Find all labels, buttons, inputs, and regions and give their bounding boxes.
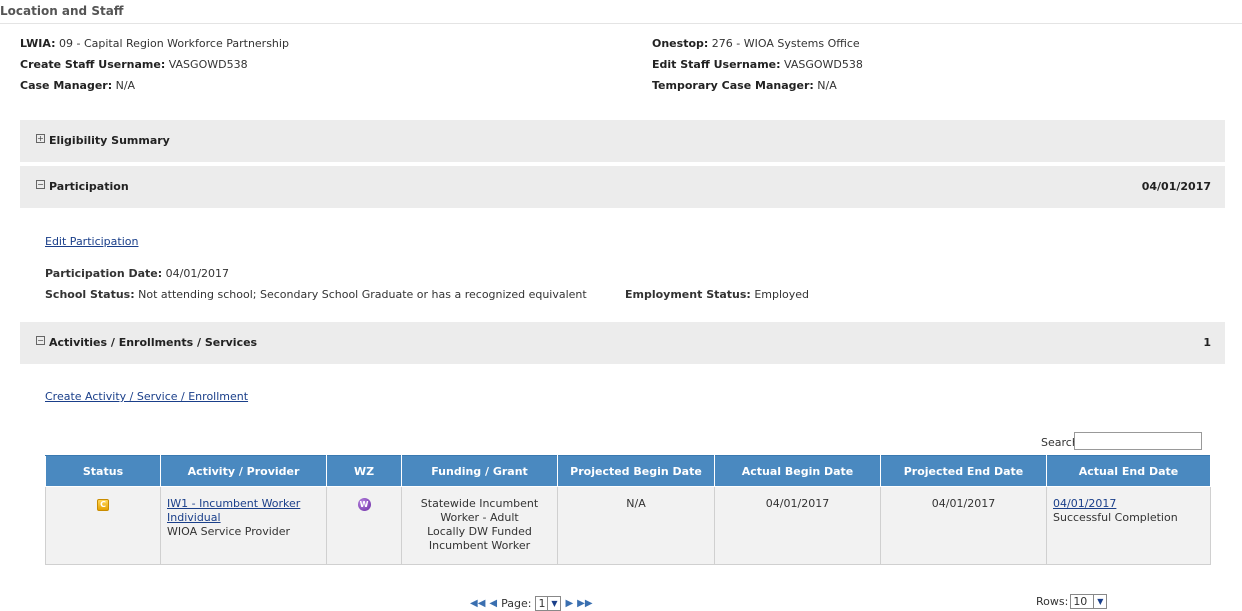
school-status: School Status: Not attending school; Sec… xyxy=(45,288,587,301)
collapse-icon[interactable]: − xyxy=(36,336,45,345)
page-select[interactable]: 1 ▼ xyxy=(535,596,562,611)
grant-name: Locally DW Funded Incumbent Worker xyxy=(427,525,532,552)
search-input[interactable] xyxy=(1074,432,1202,450)
employment-status: Employment Status: Employed xyxy=(625,288,810,301)
temp-case-manager-info: Temporary Case Manager: N/A xyxy=(652,79,837,92)
table-row: C IW1 - Incumbent Worker Individual WIOA… xyxy=(45,486,1211,565)
activities-label: Activities / Enrollments / Services xyxy=(49,336,258,349)
provider-name: WIOA Service Provider xyxy=(167,525,291,538)
edit-staff-info: Edit Staff Username: VASGOWD538 xyxy=(652,58,863,71)
last-page-icon[interactable]: ▶▶ xyxy=(577,598,592,609)
column-header-funding[interactable]: Funding / Grant xyxy=(401,455,558,487)
activities-count: 1 xyxy=(1203,336,1211,349)
page-label: Page: xyxy=(501,597,532,610)
participation-bar[interactable]: − Participation 04/01/2017 xyxy=(20,166,1225,208)
edit-participation-link[interactable]: Edit Participation xyxy=(45,235,138,248)
wz-icon: W xyxy=(357,498,371,511)
projected-end-cell: 04/01/2017 xyxy=(880,486,1047,565)
rows-per-page: Rows: 10 ▼ xyxy=(1036,594,1108,609)
column-header-projected-begin[interactable]: Projected Begin Date xyxy=(557,455,715,487)
lwia-info: LWIA: 09 - Capital Region Workforce Part… xyxy=(20,37,289,50)
participation-date-summary: 04/01/2017 xyxy=(1141,180,1211,193)
eligibility-summary-bar[interactable]: + Eligibility Summary xyxy=(20,120,1225,162)
create-staff-info: Create Staff Username: VASGOWD538 xyxy=(20,58,248,71)
funding-cell: Statewide Incumbent Worker - Adult Local… xyxy=(401,486,558,565)
column-header-actual-begin[interactable]: Actual Begin Date xyxy=(714,455,881,487)
completion-status: Successful Completion xyxy=(1053,511,1178,524)
first-page-icon[interactable]: ◀◀ xyxy=(470,598,485,609)
status-completed-icon: C xyxy=(97,499,109,511)
create-activity-link[interactable]: Create Activity / Service / Enrollment xyxy=(45,390,248,403)
pager: ◀◀ ◀ Page: 1 ▼ ▶ ▶▶ xyxy=(470,596,593,611)
rows-label: Rows: xyxy=(1036,595,1069,608)
chevron-down-icon: ▼ xyxy=(547,597,560,610)
funding-name: Statewide Incumbent Worker - Adult xyxy=(420,497,539,524)
projected-begin-cell: N/A xyxy=(557,486,715,565)
column-header-status[interactable]: Status xyxy=(45,455,161,487)
status-cell: C xyxy=(45,486,161,565)
activity-link[interactable]: IW1 - Incumbent Worker Individual xyxy=(167,497,300,524)
next-page-icon[interactable]: ▶ xyxy=(565,598,573,609)
expand-icon[interactable]: + xyxy=(36,134,45,143)
case-manager-info: Case Manager: N/A xyxy=(20,79,136,92)
actual-begin-cell: 04/01/2017 xyxy=(714,486,881,565)
column-header-actual-end[interactable]: Actual End Date xyxy=(1046,455,1211,487)
rows-select[interactable]: 10 ▼ xyxy=(1070,594,1108,609)
wz-cell: W xyxy=(326,486,402,565)
activities-table: Status Activity / Provider WZ Funding / … xyxy=(45,455,1211,565)
activity-cell: IW1 - Incumbent Worker Individual WIOA S… xyxy=(160,486,327,565)
actual-end-link[interactable]: 04/01/2017 xyxy=(1053,497,1116,510)
onestop-info: Onestop: 276 - WIOA Systems Office xyxy=(652,37,860,50)
table-header-row: Status Activity / Provider WZ Funding / … xyxy=(45,455,1211,487)
column-header-activity[interactable]: Activity / Provider xyxy=(160,455,327,487)
section-title: Location and Staff xyxy=(0,0,1242,24)
participation-label: Participation xyxy=(49,180,129,193)
participation-date: Participation Date: 04/01/2017 xyxy=(45,267,230,280)
prev-page-icon[interactable]: ◀ xyxy=(489,598,497,609)
eligibility-summary-label: Eligibility Summary xyxy=(49,134,170,147)
column-header-projected-end[interactable]: Projected End Date xyxy=(880,455,1047,487)
activities-bar[interactable]: − Activities / Enrollments / Services 1 xyxy=(20,322,1225,364)
collapse-icon[interactable]: − xyxy=(36,180,45,189)
column-header-wz[interactable]: WZ xyxy=(326,455,402,487)
actual-end-cell: 04/01/2017 Successful Completion xyxy=(1046,486,1211,565)
chevron-down-icon: ▼ xyxy=(1093,595,1106,608)
